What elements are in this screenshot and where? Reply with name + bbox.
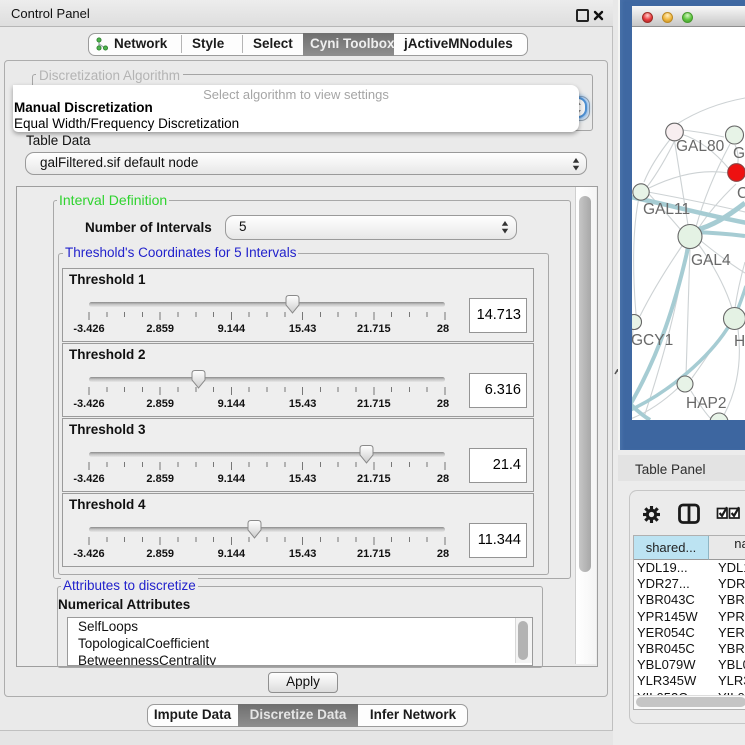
svg-text:9.144: 9.144 (218, 548, 246, 560)
svg-text:GAL4: GAL4 (691, 252, 731, 269)
svg-text:GAL11: GAL11 (643, 201, 690, 218)
svg-text:15.43: 15.43 (289, 398, 317, 410)
svg-text:-3.426: -3.426 (73, 398, 104, 410)
svg-text:28: 28 (437, 473, 449, 485)
svg-text:2.859: 2.859 (146, 323, 174, 335)
svg-text:9.144: 9.144 (218, 398, 246, 410)
svg-text:2.859: 2.859 (146, 473, 174, 485)
svg-text:H: H (734, 333, 745, 350)
svg-text:21.715: 21.715 (357, 323, 391, 335)
svg-text:CA: CA (737, 185, 745, 202)
svg-text:HAP2: HAP2 (686, 395, 727, 412)
svg-text:28: 28 (437, 398, 449, 410)
svg-text:15.43: 15.43 (289, 548, 317, 560)
svg-text:15.43: 15.43 (289, 323, 317, 335)
svg-text:21.715: 21.715 (357, 398, 391, 410)
svg-text:21.715: 21.715 (357, 473, 391, 485)
svg-text:GA: GA (733, 145, 745, 162)
svg-text:-3.426: -3.426 (73, 323, 104, 335)
svg-text:28: 28 (437, 548, 449, 560)
svg-text:21.715: 21.715 (357, 548, 391, 560)
svg-text:28: 28 (437, 323, 449, 335)
svg-text:2.859: 2.859 (146, 398, 174, 410)
svg-text:15.43: 15.43 (289, 473, 317, 485)
svg-text:9.144: 9.144 (218, 323, 246, 335)
svg-text:2.859: 2.859 (146, 548, 174, 560)
svg-text:-3.426: -3.426 (73, 548, 104, 560)
svg-text:GAL80: GAL80 (676, 138, 725, 155)
svg-text:-3.426: -3.426 (73, 473, 104, 485)
svg-text:9.144: 9.144 (218, 473, 246, 485)
svg-text:GCY1: GCY1 (632, 332, 673, 349)
